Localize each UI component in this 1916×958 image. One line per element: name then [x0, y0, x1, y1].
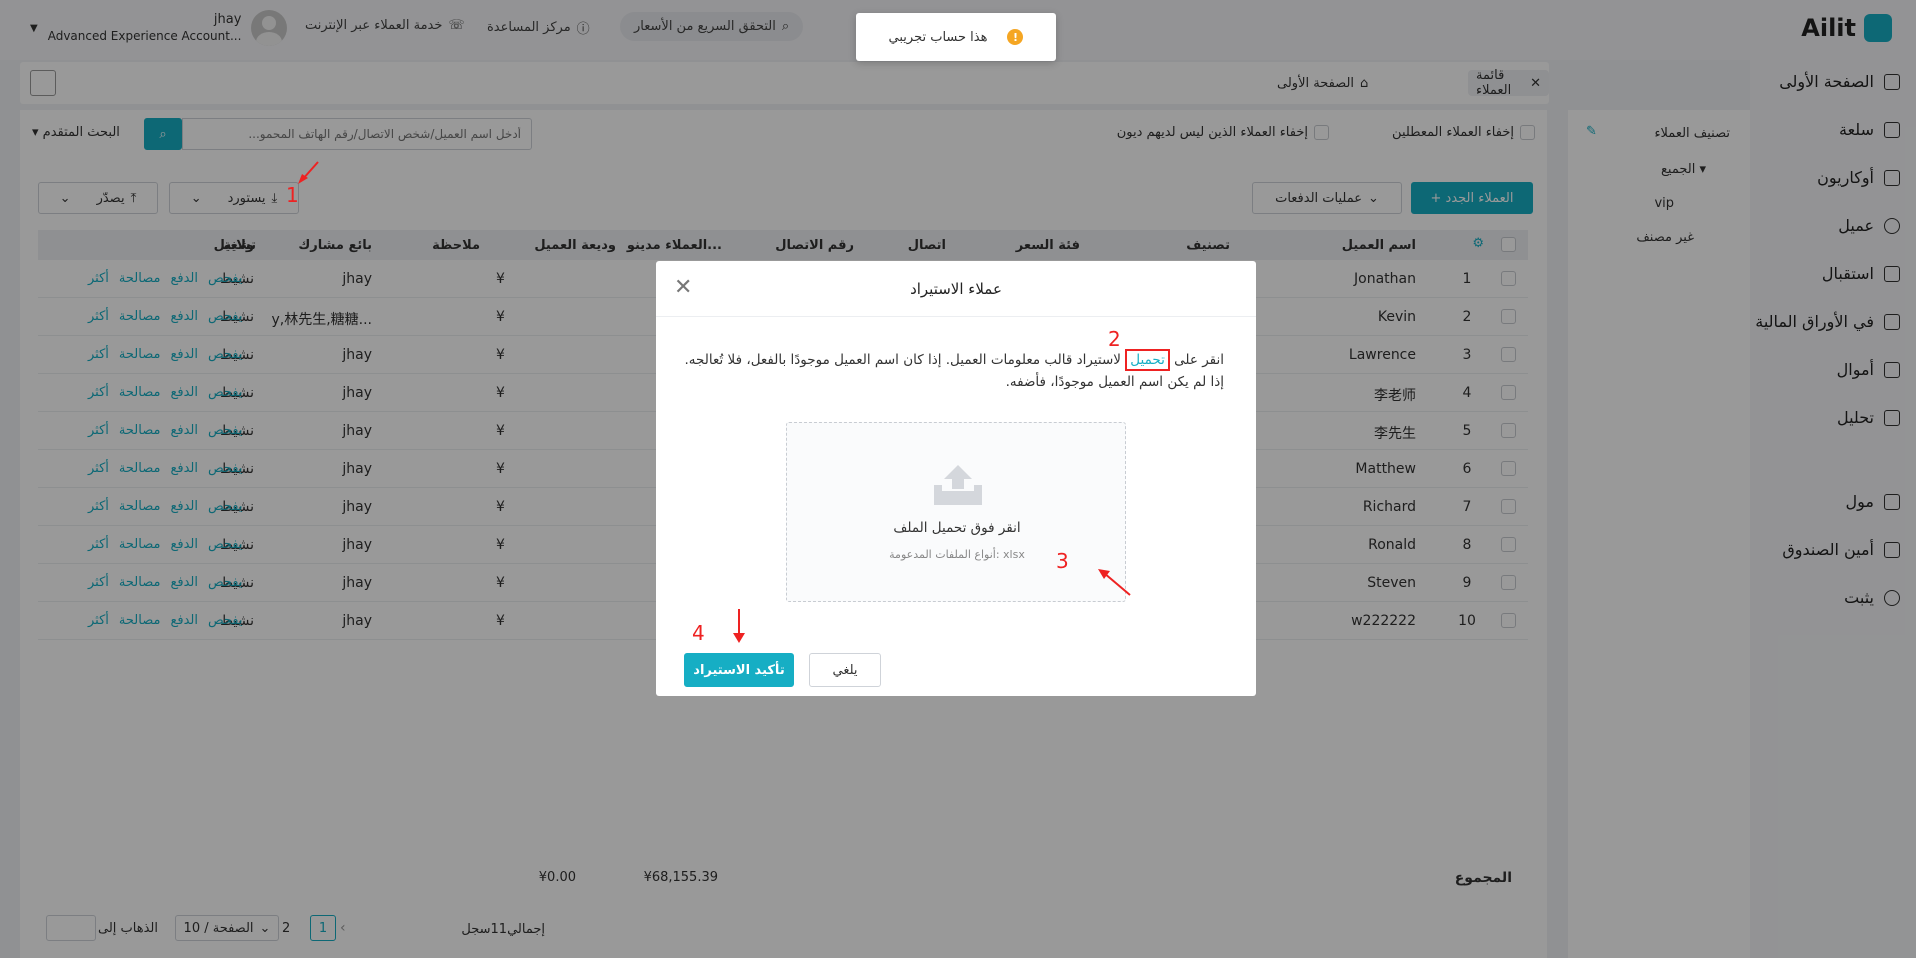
upload-icon [934, 465, 982, 505]
annotation-4: 4 [692, 621, 705, 645]
drop-text: انقر فوق تحميل الملف [893, 520, 1021, 536]
confirm-import-button[interactable]: تأكيد الاستيراد [684, 653, 794, 687]
annotation-arrow-1 [298, 161, 319, 184]
warning-icon: ! [1007, 29, 1024, 45]
modal-title: عملاء الاستيراد [910, 280, 1002, 298]
demo-account-toast: هذا حساب تجريبي ! [856, 13, 1056, 61]
cancel-button[interactable]: يلغي [809, 653, 881, 687]
close-icon[interactable]: ✕ [674, 277, 692, 299]
modal-header: عملاء الاستيراد ✕ [656, 261, 1256, 317]
file-drop-zone[interactable]: انقر فوق تحميل الملف أنواع الملفات المدع… [786, 422, 1126, 602]
annotation-1: 1 [286, 183, 299, 207]
annotation-3: 3 [1056, 549, 1069, 573]
annotation-arrow-4 [733, 609, 745, 643]
annotation-arrow-3 [1098, 569, 1131, 596]
toast-text: هذا حساب تجريبي [888, 29, 988, 45]
instr-before: انقر على [1174, 352, 1224, 368]
drop-hint: أنواع الملفات المدعومة: xlsx [889, 548, 1025, 561]
annotation-2: 2 [1108, 327, 1121, 351]
import-modal: عملاء الاستيراد ✕ انقر على تحميل لاستيرا… [656, 261, 1256, 696]
download-template-link[interactable]: تحميل [1125, 349, 1170, 371]
import-instructions: انقر على تحميل لاستيراد قالب معلومات الع… [684, 349, 1224, 393]
